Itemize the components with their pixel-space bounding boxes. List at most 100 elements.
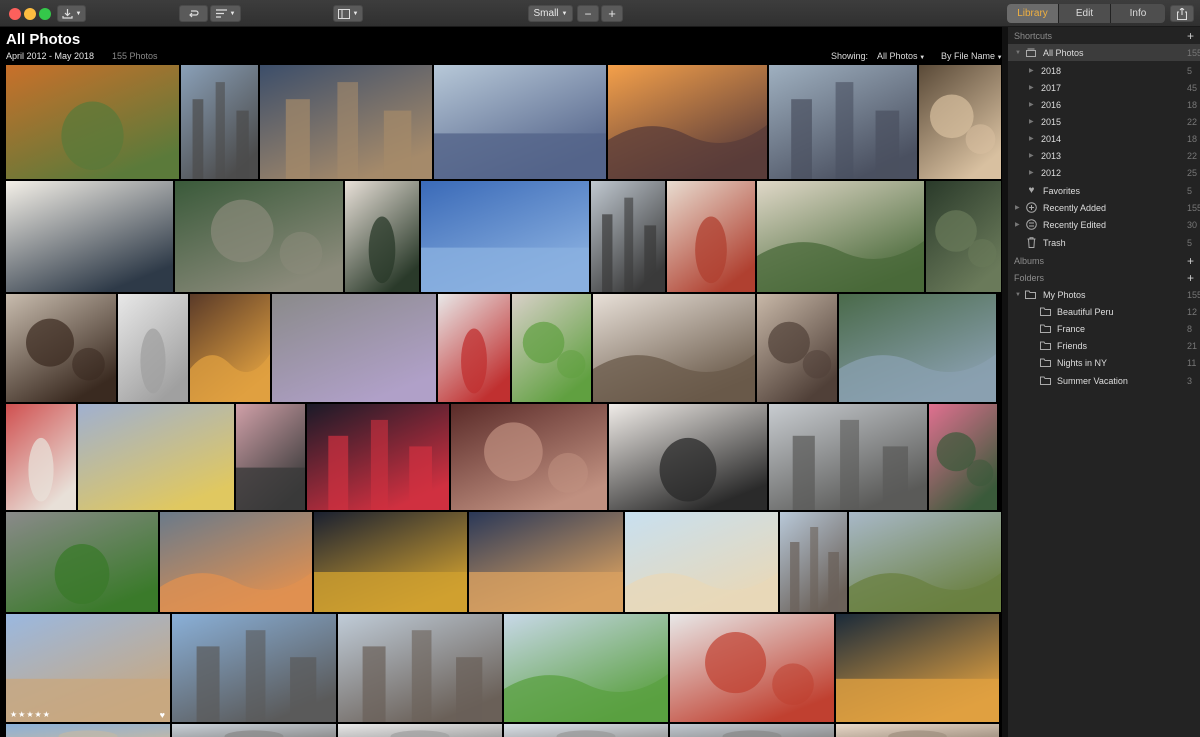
photo-thumbnail[interactable] [591, 181, 665, 292]
folder-icon [1040, 375, 1051, 386]
minimize-window-button[interactable] [24, 8, 36, 20]
photo-thumbnail[interactable] [504, 724, 668, 737]
tab-info[interactable]: Info [1111, 4, 1165, 23]
photo-thumbnail[interactable] [118, 294, 188, 402]
photo-thumbnail[interactable] [160, 512, 312, 612]
photo-thumbnail[interactable] [769, 404, 927, 510]
photo-thumbnail[interactable] [836, 614, 999, 722]
photo-thumbnail[interactable] [181, 65, 258, 179]
photo-thumbnail[interactable] [780, 512, 847, 612]
photo-thumbnail[interactable] [78, 404, 234, 510]
add-shortcut-button[interactable]: + [1187, 30, 1194, 42]
disclosure-triangle-icon: ▼ [1015, 49, 1021, 56]
tab-library[interactable]: Library [1007, 4, 1059, 23]
photo-thumbnail[interactable] [512, 294, 591, 402]
photo-thumbnail[interactable] [6, 512, 158, 612]
photo-thumbnail[interactable] [307, 404, 449, 510]
sidebar-item-2017[interactable]: ▶ 2017 45 [1008, 79, 1200, 96]
chevron-down-icon: ▼ [561, 10, 568, 17]
add-folder-button[interactable]: + [1187, 272, 1194, 284]
sidebar-toggle-button[interactable]: ▼ [333, 5, 363, 22]
photo-thumbnail[interactable] [504, 614, 668, 722]
photo-thumbnail[interactable] [338, 724, 502, 737]
add-album-button[interactable]: + [1187, 255, 1194, 267]
photo-thumbnail[interactable] [609, 404, 767, 510]
photo-thumbnail[interactable] [175, 181, 343, 292]
star-rating[interactable]: ★★★★★ [10, 710, 51, 719]
photo-thumbnail[interactable] [236, 404, 305, 510]
disclosure-triangle-icon: ▶ [1029, 85, 1034, 91]
sidebar-item-summer-vacation[interactable]: Summer Vacation 3 [1008, 372, 1200, 389]
tab-edit[interactable]: Edit [1059, 4, 1111, 23]
photo-thumbnail[interactable] [272, 294, 436, 402]
close-window-button[interactable] [9, 8, 21, 20]
photo-thumbnail[interactable] [608, 65, 767, 179]
sidebar-item-friends[interactable]: Friends 21 [1008, 337, 1200, 354]
photo-thumbnail[interactable] [849, 512, 1001, 612]
photo-thumbnail[interactable] [919, 65, 1001, 179]
photo-thumbnail[interactable] [670, 614, 834, 722]
photo-thumbnail[interactable] [6, 724, 170, 737]
zoom-in-button[interactable]: + [601, 5, 623, 22]
sidebar-item-2014[interactable]: ▶ 2014 18 [1008, 130, 1200, 147]
photo-thumbnail[interactable] [451, 404, 607, 510]
sort-order-select[interactable]: By File Name ▼ [941, 51, 1003, 61]
sidebar-item-my-photos[interactable]: ▼ My Photos 155 [1008, 286, 1200, 303]
sort-menu-button[interactable]: ▼ [210, 5, 241, 22]
photo-thumbnail[interactable] [839, 294, 996, 402]
photo-thumbnail[interactable] [6, 65, 179, 179]
sidebar-item-label: Nights in NY [1057, 357, 1108, 368]
zoom-window-button[interactable] [39, 8, 51, 20]
showing-filter-select[interactable]: All Photos ▼ [877, 51, 925, 61]
sidebar-item-nights-in-ny[interactable]: Nights in NY 11 [1008, 354, 1200, 371]
sidebar-item-2016[interactable]: ▶ 2016 18 [1008, 96, 1200, 113]
photo-thumbnail[interactable] [345, 181, 419, 292]
photo-thumbnail[interactable] [625, 512, 778, 612]
favorite-heart-icon[interactable]: ♥ [160, 710, 165, 720]
photo-thumbnail[interactable] [6, 404, 76, 510]
photo-thumbnail[interactable] [929, 404, 997, 510]
photo-thumbnail[interactable] [6, 294, 116, 402]
photo-thumbnail[interactable] [757, 294, 837, 402]
photo-thumbnail[interactable] [836, 724, 999, 737]
thumbnail-size-select[interactable]: Small ▼ [528, 5, 573, 22]
sidebar-item-recently-edited[interactable]: ▶ Recently Edited 30 [1008, 216, 1200, 233]
photo-image [929, 404, 997, 510]
sidebar-item-favorites[interactable]: ♥ Favorites 5 [1008, 182, 1200, 199]
sidebar-item-france[interactable]: France 8 [1008, 320, 1200, 337]
share-button[interactable] [1170, 5, 1194, 22]
photo-thumbnail[interactable] [667, 181, 755, 292]
photo-thumbnail[interactable] [190, 294, 270, 402]
sidebar-item-all-photos[interactable]: ▼ All Photos 155 [1008, 44, 1200, 61]
photo-thumbnail[interactable] [260, 65, 432, 179]
photo-thumbnail[interactable] [338, 614, 502, 722]
photo-thumbnail[interactable] [421, 181, 589, 292]
sidebar-item-beautiful-peru[interactable]: Beautiful Peru 12 [1008, 303, 1200, 320]
photo-thumbnail[interactable] [314, 512, 467, 612]
photo-thumbnail[interactable] [172, 724, 336, 737]
photo-thumbnail[interactable] [769, 65, 917, 179]
photo-thumbnail[interactable] [757, 181, 924, 292]
photo-thumbnail[interactable] [469, 512, 623, 612]
photo-thumbnail[interactable] [438, 294, 510, 402]
photo-thumbnail[interactable] [593, 294, 755, 402]
sidebar-item-2013[interactable]: ▶ 2013 22 [1008, 147, 1200, 164]
photo-thumbnail[interactable]: ★★★★★ ♥ [6, 614, 170, 722]
undo-button[interactable] [179, 5, 208, 22]
sidebar-item-2015[interactable]: ▶ 2015 22 [1008, 113, 1200, 130]
minus-icon: − [584, 6, 592, 21]
photo-row [6, 65, 1001, 179]
photo-thumbnail[interactable] [172, 614, 336, 722]
photo-thumbnail[interactable] [434, 65, 606, 179]
photo-thumbnail[interactable] [6, 181, 173, 292]
photo-thumbnail[interactable] [670, 724, 834, 737]
sidebar-item-2012[interactable]: ▶ 2012 25 [1008, 164, 1200, 181]
zoom-out-button[interactable]: − [577, 5, 599, 22]
sidebar-item-recently-added[interactable]: ▶ Recently Added 155 [1008, 199, 1200, 216]
photo-thumbnail[interactable] [926, 181, 1001, 292]
import-button[interactable]: ▼ [57, 5, 86, 22]
sidebar-item-2018[interactable]: ▶ 2018 5 [1008, 62, 1200, 79]
sidebar-item-label: Summer Vacation [1057, 375, 1128, 386]
sidebar-item-trash[interactable]: Trash 5 [1008, 234, 1200, 251]
photo-image [160, 512, 312, 612]
